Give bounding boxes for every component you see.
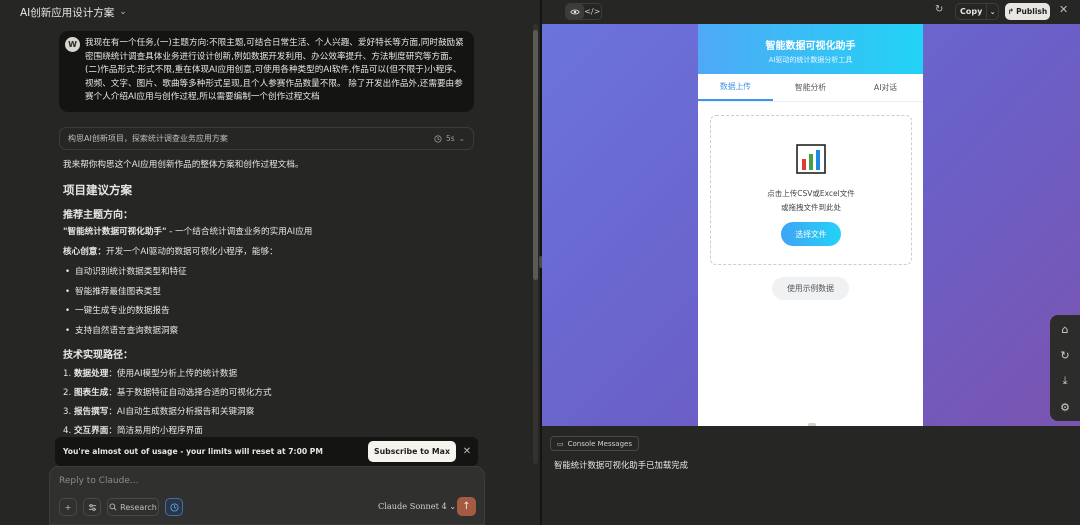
- download-icon[interactable]: ⤓: [1050, 369, 1080, 393]
- thinking-summary[interactable]: 构思AI创新项目，探索统计调查业务应用方案 5s ⌄: [59, 127, 474, 150]
- app-subtitle: AI驱动的统计数据分析工具: [768, 56, 853, 64]
- conversation-title[interactable]: AI创新应用设计方案: [20, 5, 114, 20]
- refresh-icon[interactable]: ↻: [935, 4, 943, 15]
- research-button[interactable]: Research: [107, 498, 159, 516]
- terminal-icon: ▭: [557, 439, 564, 448]
- user-message-text: 我现在有一个任务,(一)主题方向:不限主题,可结合日常生活、个人兴趣、爱好特长等…: [85, 38, 464, 103]
- artifact-preview: 智能数据可视化助手 AI驱动的统计数据分析工具 数据上传 智能分析 AI对话 点: [542, 24, 1080, 426]
- console-messages-button[interactable]: ▭ Console Messages: [550, 436, 639, 451]
- core-label: 核心创意：: [63, 247, 106, 257]
- model-selector[interactable]: Claude Sonnet 4 ⌄: [378, 501, 456, 511]
- clock-icon: [434, 134, 442, 143]
- share-icon: ↱: [1007, 7, 1015, 16]
- sliders-icon: [88, 503, 96, 511]
- composer-input[interactable]: Reply to Claude...: [59, 476, 139, 486]
- list-item: 支持自然语言查询数据洞察: [63, 324, 523, 344]
- chat-panel: AI创新应用设计方案 ⌄ W 我现在有一个任务,(一)主题方向:不限主题,可结合…: [0, 0, 541, 525]
- tab-upload[interactable]: 数据上传: [698, 74, 773, 101]
- heading-project: 项目建议方案: [63, 183, 132, 197]
- tools-button[interactable]: [83, 498, 101, 516]
- list-item: 1. 数据处理：使用AI模型分析上传的统计数据: [63, 369, 238, 379]
- clock-icon: [169, 502, 179, 512]
- view-toggle[interactable]: </>: [565, 3, 602, 20]
- list-item: 智能推荐最佳图表类型: [63, 285, 523, 305]
- sample-data-button[interactable]: 使用示例数据: [772, 277, 849, 300]
- usage-limit-banner: You're almost out of usage - your limits…: [55, 437, 478, 466]
- tab-analysis[interactable]: 智能分析: [773, 74, 848, 101]
- research-label: Research: [120, 502, 157, 512]
- chevron-down-icon[interactable]: ⌄: [119, 7, 127, 17]
- theme-desc: - 一个结合统计调查业务的实用AI应用: [166, 227, 313, 237]
- publish-button[interactable]: ↱ Publish: [1005, 3, 1050, 20]
- theme-line: "智能统计数据可视化助手" - 一个结合统计调查业务的实用AI应用: [63, 225, 523, 239]
- eye-icon[interactable]: [566, 4, 584, 19]
- choose-file-button[interactable]: 选择文件: [781, 222, 841, 246]
- upload-dropzone[interactable]: 点击上传CSV或Excel文件 或拖拽文件到此处 选择文件: [710, 115, 912, 265]
- send-button[interactable]: ↑: [457, 497, 476, 516]
- list-item: 3. 报告撰写：AI自动生成数据分析报告和关键洞察: [63, 407, 255, 417]
- response-intro: 我来帮你构思这个AI应用创新作品的整体方案和创作过程文档。: [63, 160, 304, 170]
- chevron-down-icon: ⌄: [449, 501, 457, 511]
- message-composer[interactable]: Reply to Claude... + Research Claude Son…: [49, 466, 485, 525]
- extended-thinking-toggle[interactable]: [165, 498, 183, 516]
- reload-icon[interactable]: ↻: [1050, 343, 1080, 367]
- avatar: W: [65, 37, 80, 52]
- home-icon[interactable]: ⌂: [1050, 317, 1080, 341]
- chevron-down-icon[interactable]: ⌄: [986, 4, 998, 19]
- chevron-down-icon: ⌄: [458, 134, 465, 143]
- console-panel: ▭ Console Messages 智能统计数据可视化助手已加载完成: [542, 426, 1080, 525]
- list-item: 自动识别统计数据类型和特征: [63, 265, 523, 285]
- close-icon[interactable]: ✕: [1059, 3, 1068, 16]
- heading-theme: 推荐主题方向：: [63, 210, 133, 221]
- thinking-time: 5s: [446, 134, 455, 143]
- list-item: 2. 图表生成：基于数据特征自动选择合适的可视化方式: [63, 388, 272, 398]
- tab-ai-chat[interactable]: AI对话: [848, 74, 923, 101]
- console-message: 智能统计数据可视化助手已加载完成: [554, 460, 688, 470]
- settings-icon[interactable]: ⚙: [1050, 395, 1080, 419]
- conversation-title-bar[interactable]: AI创新应用设计方案 ⌄: [0, 0, 541, 24]
- subscribe-button[interactable]: Subscribe to Max: [368, 441, 456, 462]
- upload-hint: 点击上传CSV或Excel文件: [767, 189, 855, 198]
- search-icon: [109, 503, 117, 511]
- thinking-label: 构思AI创新项目，探索统计调查业务应用方案: [68, 134, 228, 143]
- copy-label[interactable]: Copy: [956, 7, 986, 16]
- plus-icon: +: [64, 502, 72, 512]
- app-window: 智能数据可视化助手 AI驱动的统计数据分析工具 数据上传 智能分析 AI对话 点: [698, 24, 923, 426]
- close-icon[interactable]: ✕: [460, 444, 474, 458]
- usage-limit-text: You're almost out of usage - your limits…: [63, 447, 323, 456]
- artifact-panel: </> ↻ Copy ⌄ ↱ Publish ✕ 智能数据可视化助手 AI驱动的…: [542, 0, 1080, 525]
- add-attachment-button[interactable]: +: [59, 498, 77, 516]
- app-tabs: 数据上传 智能分析 AI对话: [698, 74, 923, 102]
- list-item: 一键生成专业的数据报告: [63, 304, 523, 324]
- assistant-response: 我来帮你构思这个AI应用创新作品的整体方案和创作过程文档。 项目建议方案 推荐主…: [63, 158, 523, 443]
- arrow-up-icon: ↑: [462, 501, 471, 512]
- preview-side-toolbar: ⌂ ↻ ⤓ ⚙: [1050, 315, 1080, 421]
- tech-steps: 1. 数据处理：使用AI模型分析上传的统计数据 2. 图表生成：基于数据特征自动…: [63, 367, 523, 443]
- drag-hint: 或拖拽文件到此处: [781, 203, 841, 212]
- artifact-toolbar: </> ↻ Copy ⌄ ↱ Publish ✕: [542, 0, 1080, 24]
- bar-chart-icon: [796, 144, 826, 174]
- user-message: W 我现在有一个任务,(一)主题方向:不限主题,可结合日常生活、个人兴趣、爱好特…: [59, 31, 474, 112]
- theme-name: "智能统计数据可视化助手": [63, 227, 167, 237]
- core-line: 核心创意：开发一个AI驱动的数据可视化小程序，能够：: [63, 245, 523, 259]
- copy-button[interactable]: Copy ⌄: [955, 3, 999, 20]
- chat-scrollbar-thumb[interactable]: [533, 30, 538, 280]
- feature-list: 自动识别统计数据类型和特征 智能推荐最佳图表类型 一键生成专业的数据报告 支持自…: [63, 265, 523, 343]
- heading-tech: 技术实现路径：: [63, 350, 133, 361]
- code-icon[interactable]: </>: [584, 4, 602, 19]
- app-title: 智能数据可视化助手: [765, 41, 856, 52]
- core-desc: 开发一个AI驱动的数据可视化小程序，能够：: [105, 247, 278, 257]
- app-header: 智能数据可视化助手 AI驱动的统计数据分析工具: [698, 24, 923, 74]
